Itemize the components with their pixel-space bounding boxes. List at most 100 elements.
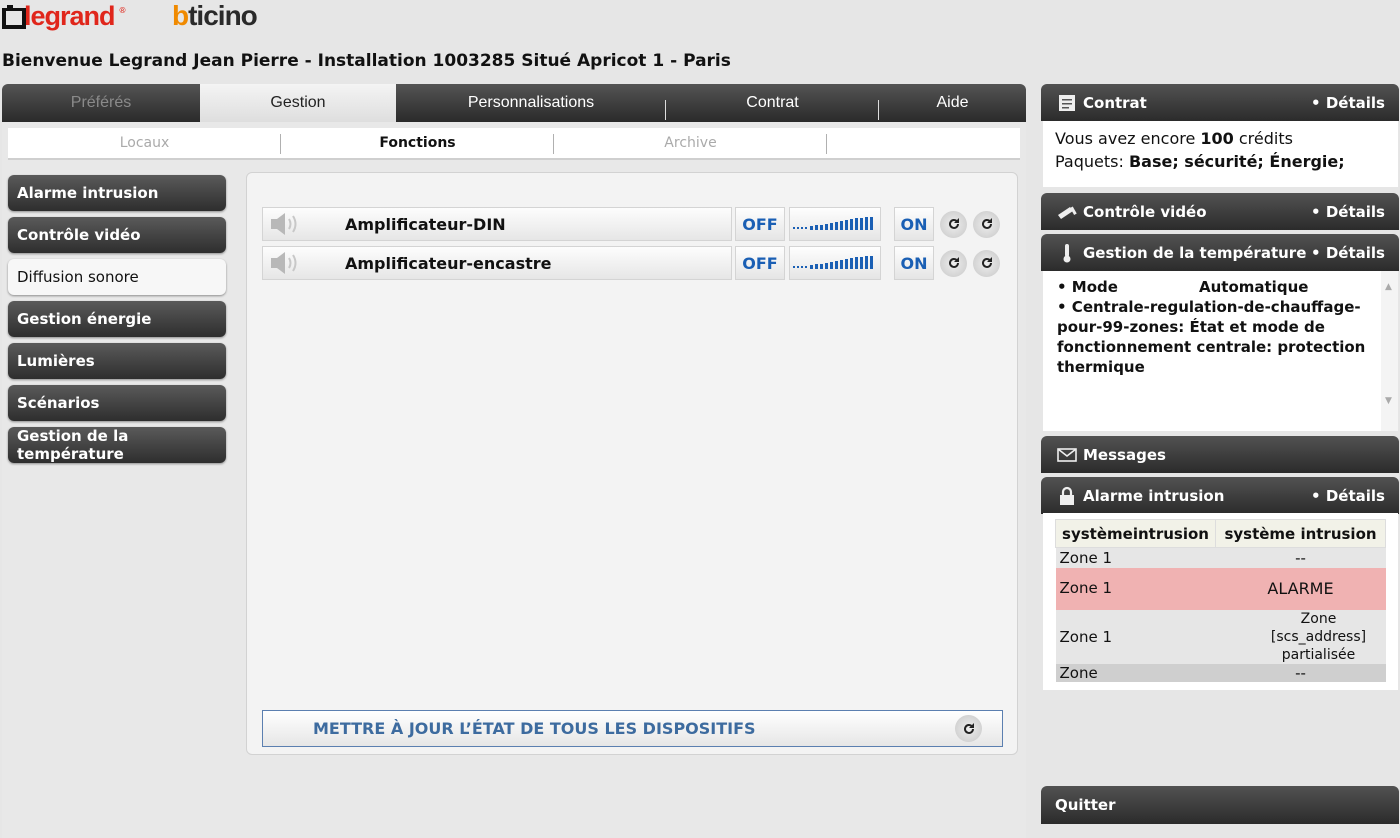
subtab-fonctions[interactable]: Fonctions xyxy=(281,128,554,158)
subtab-locaux[interactable]: Locaux xyxy=(8,128,281,158)
credits-line: Vous avez encore 100 crédits xyxy=(1055,127,1386,150)
subtab-empty xyxy=(827,128,1020,158)
sidebar-item-controle-video[interactable]: Contrôle vidéo xyxy=(8,217,226,253)
sidebar-item-gestion-energie[interactable]: Gestion énergie xyxy=(8,301,226,337)
speaker-icon xyxy=(263,208,307,240)
sidebar-item-scenarios[interactable]: Scénarios xyxy=(8,385,226,421)
mode-label: • Mode xyxy=(1057,278,1118,296)
credits-prefix: Vous avez encore xyxy=(1055,129,1201,148)
status-cell: -- xyxy=(1215,547,1386,568)
off-button[interactable]: OFF xyxy=(735,246,785,280)
device-row: Amplificateur-encastre OFF ON xyxy=(262,246,1002,280)
sidebar-item-alarme-intrusion[interactable]: Alarme intrusion xyxy=(8,175,226,211)
alarm-col-header: systèmeintrusion xyxy=(1055,519,1216,548)
bticino-wordmark: ticino xyxy=(188,0,258,31)
thermometer-icon xyxy=(1055,243,1079,263)
scroll-up-icon[interactable]: ▲ xyxy=(1385,277,1392,297)
sidebar-item-lumieres[interactable]: Lumières xyxy=(8,343,226,379)
mode-value: Automatique xyxy=(1199,278,1309,296)
temperature-title: Gestion de la température xyxy=(1083,243,1307,262)
quit-button[interactable]: Quitter xyxy=(1041,786,1399,824)
subtab-archive[interactable]: Archive xyxy=(554,128,827,158)
on-button[interactable]: ON xyxy=(894,246,934,280)
legrand-logo: legrand ® xyxy=(2,0,127,32)
device-list-area: Amplificateur-DIN OFF ON Amplificateur-e… xyxy=(246,172,1018,755)
table-row: Zone 1 -- xyxy=(1055,547,1386,568)
on-button[interactable]: ON xyxy=(894,207,934,241)
video-title: Contrôle vidéo xyxy=(1083,202,1207,221)
alarm-title: Alarme intrusion xyxy=(1083,486,1225,505)
device-name-box: Amplificateur-DIN xyxy=(262,207,732,241)
zone-cell: Zone 1 xyxy=(1055,547,1216,568)
sidebar-item-diffusion-sonore[interactable]: Diffusion sonore xyxy=(8,259,226,295)
alarm-details-link[interactable]: • Détails xyxy=(1311,487,1385,505)
temperature-body: • Mode Automatique • Centrale-regulation-… xyxy=(1043,271,1398,431)
refresh-icon[interactable] xyxy=(973,210,1000,238)
table-row: Zone 1 Zone [scs_address] partialisée xyxy=(1055,609,1386,664)
status-cell: -- xyxy=(1215,663,1386,682)
tab-personnalisations[interactable]: Personnalisations xyxy=(396,84,666,122)
sidebar-item-gestion-temperature[interactable]: Gestion de la température xyxy=(8,427,226,463)
device-name: Amplificateur-DIN xyxy=(345,214,506,234)
video-header: Contrôle vidéo • Détails xyxy=(1041,193,1399,230)
main-tab-bar: Préférés Gestion Personnalisations Contr… xyxy=(2,84,1026,122)
status-cell: ALARME xyxy=(1215,567,1386,610)
zone-cell: Zone xyxy=(1055,663,1216,682)
volume-control[interactable] xyxy=(789,207,881,241)
legrand-mark-icon xyxy=(2,5,26,29)
temperature-scrollbar[interactable]: ▲ ▼ xyxy=(1381,271,1398,431)
welcome-text: Bienvenue Legrand Jean Pierre - Installa… xyxy=(2,51,731,71)
bticino-logo: b ticino xyxy=(172,0,258,32)
contract-title: Contrat xyxy=(1083,93,1147,112)
alarm-body: systèmeintrusion système intrusion Zone … xyxy=(1043,513,1398,690)
refresh-icon[interactable] xyxy=(940,249,967,277)
update-all-devices-button[interactable]: METTRE À JOUR L’ÉTAT DE TOUS LES DISPOSI… xyxy=(262,710,1003,747)
alarm-table: systèmeintrusion système intrusion Zone … xyxy=(1055,519,1386,682)
volume-control[interactable] xyxy=(789,246,881,280)
zone-cell: Zone 1 xyxy=(1055,567,1216,610)
temperature-details-link[interactable]: • Détails xyxy=(1311,244,1385,262)
mode-line: • Mode Automatique xyxy=(1057,277,1372,297)
temperature-header: Gestion de la température • Détails xyxy=(1041,234,1399,271)
credits-suffix: crédits xyxy=(1233,129,1293,148)
central-status: • Centrale-regulation-de-chauffage-pour-… xyxy=(1057,298,1366,376)
messages-header[interactable]: Messages xyxy=(1041,436,1399,473)
video-details-link[interactable]: • Détails xyxy=(1311,203,1385,221)
alarm-header: Alarme intrusion • Détails xyxy=(1041,477,1399,514)
packages-value: Base; sécurité; Énergie; xyxy=(1128,152,1345,171)
table-row: Zone -- xyxy=(1055,663,1386,682)
messages-title: Messages xyxy=(1083,445,1166,464)
status-cell: Zone [scs_address] partialisée xyxy=(1215,609,1386,664)
packages-prefix: Paquets: xyxy=(1055,152,1129,171)
contract-details-link[interactable]: • Détails xyxy=(1311,94,1385,112)
refresh-icon xyxy=(955,715,982,742)
speaker-icon xyxy=(263,247,307,279)
tab-preferes[interactable]: Préférés xyxy=(2,84,200,122)
tab-gestion[interactable]: Gestion xyxy=(200,84,396,122)
registered-mark: ® xyxy=(118,6,127,15)
document-icon xyxy=(1055,94,1079,112)
sub-tab-bar: Locaux Fonctions Archive xyxy=(8,128,1020,160)
tab-aide[interactable]: Aide xyxy=(879,84,1026,122)
tab-contrat[interactable]: Contrat xyxy=(666,84,879,122)
credits-value: 100 xyxy=(1200,129,1234,148)
contract-body: Vous avez encore 100 crédits Paquets: Ba… xyxy=(1043,121,1398,187)
refresh-icon[interactable] xyxy=(940,210,967,238)
contract-header: Contrat • Détails xyxy=(1041,84,1399,121)
device-name: Amplificateur-encastre xyxy=(345,253,552,273)
bticino-b: b xyxy=(172,0,189,31)
alarm-col-header: système intrusion xyxy=(1215,519,1386,548)
zone-cell: Zone 1 xyxy=(1055,609,1216,664)
table-row: Zone 1 ALARME xyxy=(1055,567,1386,610)
lock-icon xyxy=(1055,486,1079,506)
update-all-label: METTRE À JOUR L’ÉTAT DE TOUS LES DISPOSI… xyxy=(313,719,756,738)
envelope-icon xyxy=(1055,447,1079,462)
refresh-icon[interactable] xyxy=(973,249,1000,277)
legrand-wordmark: legrand xyxy=(24,0,116,31)
scroll-down-icon[interactable]: ▼ xyxy=(1385,391,1392,411)
camera-icon xyxy=(1055,203,1079,221)
device-row: Amplificateur-DIN OFF ON xyxy=(262,207,1002,241)
function-sidebar: Alarme intrusion Contrôle vidéo Diffusio… xyxy=(8,175,226,469)
packages-line: Paquets: Base; sécurité; Énergie; xyxy=(1055,150,1386,173)
off-button[interactable]: OFF xyxy=(735,207,785,241)
